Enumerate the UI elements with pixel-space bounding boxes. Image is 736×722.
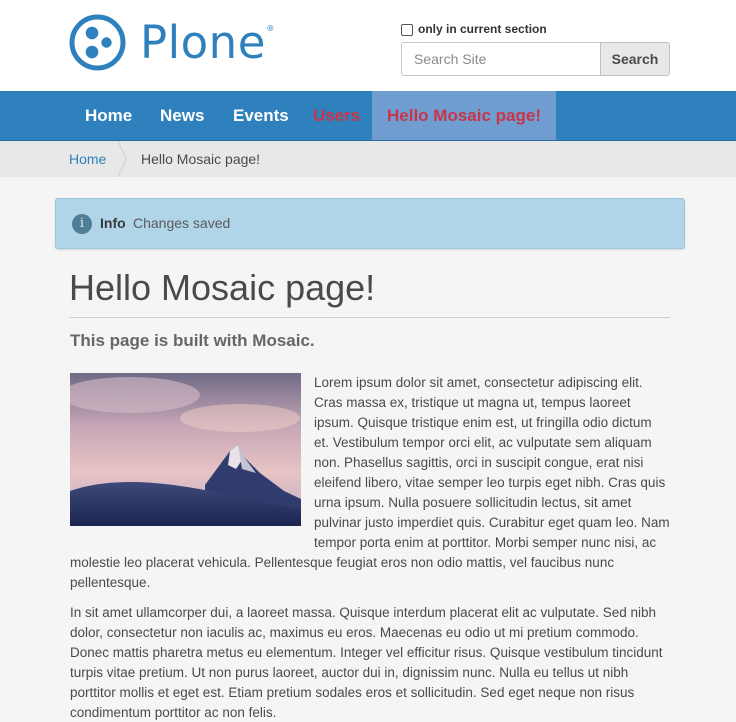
main-navigation: Home News Events Users Hello Mosaic page… <box>0 91 736 141</box>
page-title: Hello Mosaic page! <box>69 266 670 318</box>
site-logo[interactable]: Plone ® <box>69 14 275 71</box>
mountain-image <box>70 373 301 526</box>
nav-item-events[interactable]: Events <box>233 91 289 140</box>
nav-item-home[interactable]: Home <box>85 91 132 140</box>
breadcrumb-separator-icon <box>117 141 127 177</box>
site-header: Plone ® only in current section Search Si… <box>0 0 736 91</box>
nav-item-hello-mosaic-page[interactable]: Hello Mosaic page! <box>372 91 556 140</box>
breadcrumb-current: Hello Mosaic page! <box>141 151 261 167</box>
breadcrumb-home-link[interactable]: Home <box>69 141 106 177</box>
current-section-label: only in current section <box>418 21 547 36</box>
plone-logo-icon <box>69 14 126 71</box>
registered-mark: ® <box>266 24 275 33</box>
nav-item-news[interactable]: News <box>160 91 204 140</box>
logo-text: Plone ® <box>140 16 275 69</box>
info-icon: i <box>72 214 92 234</box>
page-content: Lorem ipsum dolor sit amet, consectetur … <box>70 373 670 722</box>
nav-item-users[interactable]: Users <box>313 91 360 140</box>
search-button[interactable]: Search <box>600 42 670 76</box>
alert-message: Changes saved <box>133 215 231 231</box>
page-description: This page is built with Mosaic. <box>70 331 315 350</box>
search-input[interactable]: Search Site <box>401 42 601 76</box>
checkbox-box[interactable] <box>401 24 413 36</box>
alert-title: Info <box>100 215 126 231</box>
breadcrumb: Home Hello Mosaic page! <box>0 141 736 177</box>
content-paragraph: In sit amet ullamcorper dui, a laoreet m… <box>70 605 663 720</box>
status-message: i Info Changes saved <box>55 198 685 249</box>
current-section-checkbox[interactable]: only in current section <box>401 21 547 36</box>
